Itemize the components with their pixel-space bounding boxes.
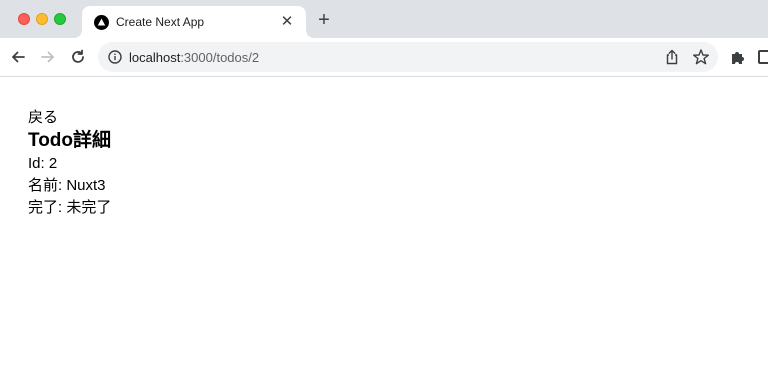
tab-close-icon[interactable]: ✕ (278, 13, 296, 31)
url-host: localhost (129, 50, 181, 65)
extensions-puzzle-icon[interactable] (730, 49, 746, 65)
back-arrow-icon[interactable] (8, 47, 28, 67)
bookmark-star-icon[interactable] (692, 48, 710, 66)
url-text[interactable]: localhost:3000/todos/2 (129, 50, 259, 65)
reload-icon[interactable] (68, 47, 88, 67)
url-path: :3000/todos/2 (180, 50, 260, 65)
active-tab[interactable]: Create Next App ✕ (82, 6, 306, 38)
site-info-icon[interactable] (108, 50, 122, 64)
window-minimize-button[interactable] (36, 13, 48, 25)
tab-title: Create Next App (116, 15, 205, 29)
todo-name: 名前: Nuxt3 (28, 177, 106, 194)
page-title: Todo詳細 (28, 130, 112, 151)
todo-completed: 完了: 未完了 (28, 199, 112, 216)
todo-id: Id: 2 (28, 155, 58, 172)
nextjs-favicon-icon (94, 15, 109, 30)
window-close-button[interactable] (18, 13, 30, 25)
share-icon[interactable] (664, 49, 680, 65)
browser-toolbar: localhost:3000/todos/2 (0, 38, 768, 77)
back-link[interactable]: 戻る (28, 109, 728, 127)
page-content: 戻る Todo詳細 Id: 2 名前: Nuxt3 完了: 未完了 (28, 109, 728, 219)
window-maximize-button[interactable] (54, 13, 66, 25)
new-tab-button[interactable]: + (314, 10, 334, 30)
tab-strip: Create Next App ✕ + (0, 0, 768, 38)
side-panel-icon[interactable] (758, 50, 768, 64)
address-bar[interactable]: localhost:3000/todos/2 (98, 42, 718, 72)
forward-arrow-icon[interactable] (38, 47, 58, 67)
